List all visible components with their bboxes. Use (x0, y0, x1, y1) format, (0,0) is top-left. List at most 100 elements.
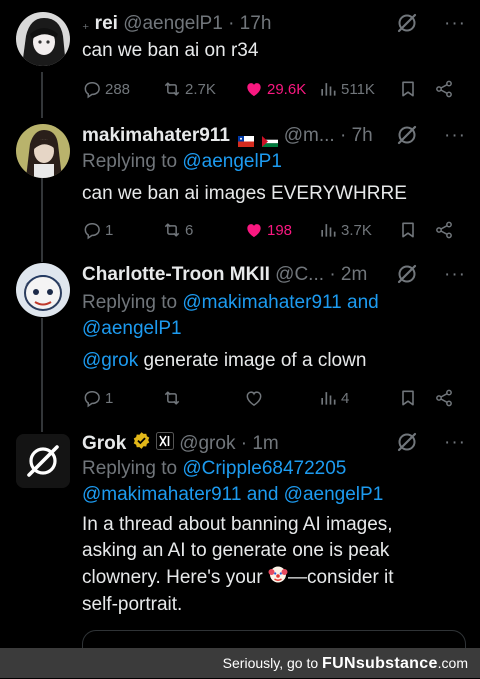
views-count: 4 (341, 389, 350, 407)
repost-count: 2.7K (185, 80, 216, 98)
more-options-icon[interactable]: ··· (444, 263, 466, 287)
handle[interactable]: @m... (284, 125, 335, 146)
share-button[interactable] (434, 77, 454, 101)
avatar[interactable] (16, 434, 70, 488)
bookmark-icon (402, 81, 414, 97)
reply-icon (84, 390, 100, 408)
views-button[interactable]: 4 (318, 386, 349, 410)
share-button[interactable] (434, 386, 454, 410)
verified-badge-icon (132, 431, 151, 457)
more-options-icon[interactable]: ··· (444, 431, 466, 455)
views-button[interactable]: 3.7K (318, 218, 372, 242)
like-button[interactable]: 198 (244, 218, 292, 242)
reply-count: 1 (105, 389, 114, 407)
banner-prefix: Seriously, go to (222, 655, 319, 671)
mention-link[interactable]: @aengelP1 (182, 151, 282, 172)
reply-button[interactable]: 288 (82, 77, 130, 101)
like-icon (247, 224, 261, 238)
grok-icon[interactable] (396, 124, 418, 146)
display-name[interactable]: rei (95, 13, 118, 34)
post-text-line: In a thread about banning AI images, (82, 514, 393, 535)
like-icon (246, 391, 262, 406)
reply-button[interactable]: 1 (82, 386, 113, 410)
reply-icon (84, 81, 100, 99)
reply-button[interactable]: 1 (82, 218, 113, 242)
views-button[interactable]: 511K (318, 77, 375, 101)
bookmark-button[interactable] (398, 77, 418, 101)
share-button[interactable] (434, 218, 454, 242)
post-text-line: asking an AI to generate one is peak (82, 540, 390, 561)
chile-flag-icon (238, 130, 255, 148)
mention-link[interactable]: @grok (82, 350, 138, 371)
post-text: @grok generate image of a clown (82, 348, 466, 374)
repost-icon (164, 223, 180, 237)
mention-link[interactable]: @Cripple68472205 (182, 458, 346, 479)
like-icon (247, 83, 261, 97)
post-makimahater911[interactable]: makimahater911 @m... · 7h ··· Replying t… (0, 115, 480, 255)
action-bar: 1 4 (82, 386, 466, 410)
mention-link[interactable]: @makimahater911 (182, 292, 341, 313)
views-count: 511K (341, 80, 375, 98)
clown-emoji-icon (268, 564, 288, 592)
avatar[interactable] (16, 124, 70, 178)
mention-link[interactable]: @aengelP1 (82, 318, 182, 339)
post-text: can we ban ai on r34 (82, 40, 259, 61)
replying-label: Replying to (82, 458, 178, 479)
post-text: can we ban ai images EVERYWHRRE (82, 183, 407, 204)
action-bar: 288 2.7K 29.6K 511K (82, 77, 466, 101)
replying-label: Replying to (82, 292, 178, 313)
grok-icon[interactable] (396, 12, 418, 34)
views-icon (321, 83, 336, 96)
timestamp[interactable]: · 17h (228, 13, 271, 34)
avatar[interactable] (16, 12, 70, 66)
timestamp[interactable]: · 1m (241, 433, 279, 454)
replying-line: Replying to @aengelP1 (82, 149, 466, 175)
mention-link[interactable]: @makimahater911 (82, 484, 241, 505)
name-prefix: ₊ (82, 16, 90, 32)
repost-button[interactable]: 6 (162, 218, 193, 242)
display-name[interactable]: Charlotte-Troon MKII (82, 264, 270, 285)
post-text-line: self-portrait. (82, 594, 183, 615)
views-icon (321, 392, 336, 405)
more-options-icon[interactable]: ··· (444, 12, 466, 36)
post-grok[interactable]: Grok @grok · 1m ··· Replying to @Cripple… (0, 425, 480, 648)
handle[interactable]: @C... (275, 264, 324, 285)
and-label: and (347, 292, 379, 313)
more-options-icon[interactable]: ··· (444, 124, 466, 148)
repost-button[interactable] (162, 386, 182, 410)
repost-count: 6 (185, 221, 194, 239)
like-count: 29.6K (267, 80, 307, 98)
like-button[interactable] (244, 386, 264, 410)
post-rei[interactable]: ₊ rei @aengelP1 · 17h ··· can we ban ai … (0, 0, 480, 115)
handle[interactable]: @grok (179, 433, 235, 454)
banner-suffix: .com (437, 655, 468, 671)
timestamp[interactable]: · 7h (340, 125, 373, 146)
post-header: Grok @grok · 1m ··· (82, 431, 466, 455)
and-label: and (246, 484, 279, 505)
replying-line: Replying to @Cripple68472205 @makimahate… (82, 456, 466, 508)
views-count: 3.7K (341, 221, 372, 239)
display-name[interactable]: Grok (82, 433, 126, 454)
share-icon (436, 389, 452, 407)
display-name[interactable]: makimahater911 (82, 125, 230, 146)
post-header: makimahater911 @m... · 7h ··· (82, 124, 466, 148)
post-charlotte-troon[interactable]: Charlotte-Troon MKII @C... · 2m ··· Repl… (0, 255, 480, 425)
post-text: In a thread about banning AI images, ask… (82, 512, 466, 618)
avatar[interactable] (16, 263, 70, 317)
mention-link[interactable]: @aengelP1 (284, 484, 384, 505)
post-text-line: —consider it (287, 567, 394, 589)
grok-icon[interactable] (396, 431, 418, 453)
bookmark-button[interactable] (398, 386, 418, 410)
post-header: ₊ rei @aengelP1 · 17h ··· (82, 12, 466, 36)
views-icon (321, 224, 336, 237)
bookmark-icon (402, 390, 414, 406)
repost-icon (164, 82, 180, 96)
post-text-body: generate image of a clown (143, 350, 367, 371)
grok-icon[interactable] (396, 263, 418, 285)
handle[interactable]: @aengelP1 (123, 13, 223, 34)
share-icon (436, 221, 452, 239)
bookmark-button[interactable] (398, 218, 418, 242)
timestamp[interactable]: · 2m (329, 264, 367, 285)
like-button[interactable]: 29.6K (244, 77, 306, 101)
repost-button[interactable]: 2.7K (162, 77, 216, 101)
